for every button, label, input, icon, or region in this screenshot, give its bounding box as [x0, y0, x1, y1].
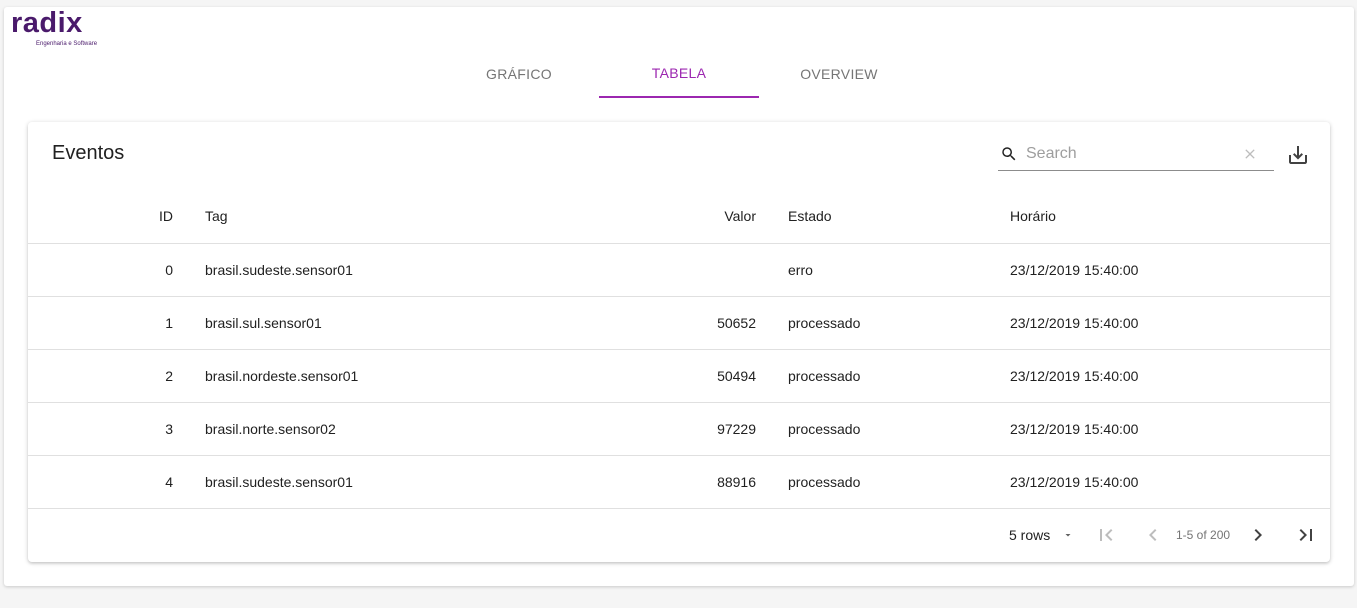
header-id[interactable]: ID	[28, 190, 173, 244]
cell-valor: 88916	[605, 455, 756, 509]
cell-estado: processado	[788, 402, 1010, 456]
search-field	[998, 139, 1274, 171]
cell-tag: brasil.sudeste.sensor01	[205, 455, 605, 509]
table-row[interactable]: 3 brasil.norte.sensor02 97229 processado…	[28, 402, 1330, 456]
header-horario[interactable]: Horário	[1010, 190, 1330, 244]
cell-valor: 50652	[605, 296, 756, 350]
radix-logo: radix Engenharia e Software	[8, 7, 118, 52]
cell-horario: 23/12/2019 15:40:00	[1010, 243, 1330, 297]
view-tabs: GRÁFICO TABELA OVERVIEW	[439, 50, 919, 98]
pagination-bar: 5 rows 1-5 of 200	[28, 509, 1330, 562]
events-table: ID Tag Valor Estado Horário 0 brasil.sud…	[28, 190, 1330, 509]
page-range-label: 1-5 of 200	[1176, 528, 1231, 542]
cell-valor	[605, 243, 756, 297]
previous-page-icon[interactable]	[1141, 523, 1165, 547]
cell-horario: 23/12/2019 15:40:00	[1010, 455, 1330, 509]
download-icon[interactable]	[1286, 143, 1310, 167]
cell-estado: processado	[788, 455, 1010, 509]
cell-estado: processado	[788, 349, 1010, 403]
cell-horario: 23/12/2019 15:40:00	[1010, 402, 1330, 456]
cell-id: 3	[28, 402, 173, 456]
tab-tabela[interactable]: TABELA	[599, 50, 759, 98]
cell-tag: brasil.sudeste.sensor01	[205, 243, 605, 297]
search-input[interactable]	[1026, 142, 1236, 166]
cell-tag: brasil.nordeste.sensor01	[205, 349, 605, 403]
table-row[interactable]: 4 brasil.sudeste.sensor01 88916 processa…	[28, 455, 1330, 509]
table-header-row: ID Tag Valor Estado Horário	[28, 190, 1330, 244]
search-icon	[1002, 147, 1016, 161]
header-valor[interactable]: Valor	[605, 190, 756, 244]
first-page-icon[interactable]	[1094, 523, 1118, 547]
cell-id: 1	[28, 296, 173, 350]
header-estado[interactable]: Estado	[788, 190, 1010, 244]
table-row[interactable]: 1 brasil.sul.sensor01 50652 processado 2…	[28, 296, 1330, 350]
cell-estado: processado	[788, 296, 1010, 350]
table-row[interactable]: 0 brasil.sudeste.sensor01 erro 23/12/201…	[28, 243, 1330, 297]
tab-grafico[interactable]: GRÁFICO	[439, 50, 599, 98]
dropdown-caret-icon[interactable]	[1062, 529, 1074, 541]
events-card: Eventos ID Tag Valor Estado Horário	[28, 122, 1330, 562]
cell-estado: erro	[788, 243, 1010, 297]
cell-valor: 97229	[605, 402, 756, 456]
cell-horario: 23/12/2019 15:40:00	[1010, 349, 1330, 403]
cell-id: 2	[28, 349, 173, 403]
card-title: Eventos	[52, 142, 125, 164]
tab-overview[interactable]: OVERVIEW	[759, 50, 919, 98]
cell-tag: brasil.norte.sensor02	[205, 402, 605, 456]
cell-tag: brasil.sul.sensor01	[205, 296, 605, 350]
last-page-icon[interactable]	[1294, 523, 1318, 547]
clear-icon[interactable]	[1242, 146, 1258, 162]
cell-id: 0	[28, 243, 173, 297]
cell-valor: 50494	[605, 349, 756, 403]
logo-wordmark: radix	[11, 7, 83, 39]
rows-per-page-select[interactable]: 5 rows	[1009, 527, 1050, 543]
next-page-icon[interactable]	[1246, 523, 1270, 547]
table-row[interactable]: 2 brasil.nordeste.sensor01 50494 process…	[28, 349, 1330, 403]
header-tag[interactable]: Tag	[205, 190, 605, 244]
cell-horario: 23/12/2019 15:40:00	[1010, 296, 1330, 350]
logo-tagline: Engenharia e Software	[36, 41, 98, 47]
cell-id: 4	[28, 455, 173, 509]
